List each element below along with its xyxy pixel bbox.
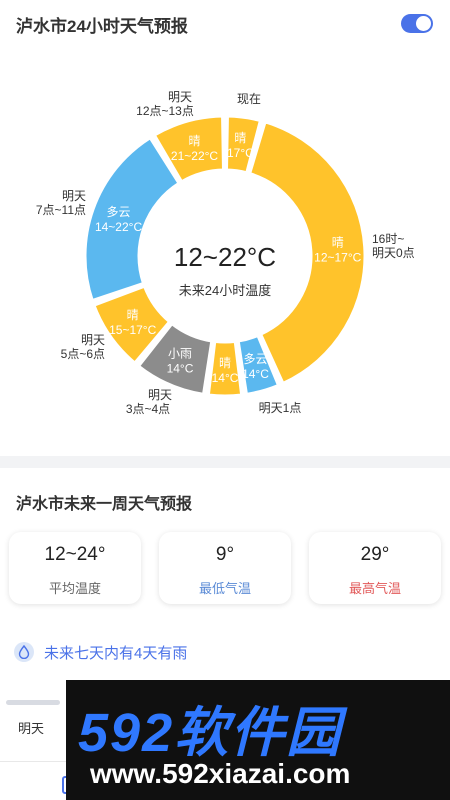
weekly-title: 泸水市未来一周天气预报 [16, 496, 193, 513]
average-temp-label: 平均温度 [48, 581, 101, 596]
watermark-banner: 592软件园 www.592xiazai.com [66, 680, 450, 800]
time-label-s4-line2: 3点~4点 [126, 402, 170, 416]
segment-temp-label: 17°C [227, 146, 254, 160]
time-label-now: 现在 [237, 92, 261, 106]
stat-card-average[interactable]: 12~24° 平均温度 [9, 532, 141, 604]
time-label-s1-line1: 16时~ [372, 232, 404, 246]
segment-weather-label: 多云 [243, 352, 267, 366]
day-label-first[interactable]: 明天 [18, 718, 44, 737]
segment-temp-label: 14°C [242, 367, 269, 381]
max-temp-value: 29° [360, 544, 390, 565]
segment-weather-label: 晴 [332, 235, 344, 249]
stat-card-min[interactable]: 9° 最低气温 [159, 532, 291, 604]
segment-weather-label: 晴 [219, 356, 231, 370]
watermark-url: www.592xiazai.com [90, 758, 351, 789]
time-label-s1-line2: 明天0点 [372, 246, 415, 260]
center-label: 未来24小时温度 [179, 283, 271, 298]
rain-summary-text: 未来七天内有4天有雨 [44, 644, 188, 662]
segment-temp-label: 21~22°C [171, 149, 219, 163]
segment-temp-label: 12~17°C [314, 250, 362, 264]
rain-summary-row: 未来七天内有4天有雨 [14, 640, 187, 664]
average-temp-value: 12~24° [44, 544, 106, 565]
time-label-s7-line2: 12点~13点 [136, 104, 194, 118]
hourly-forecast-card: 泸水市24小时天气预报 晴 17°C 晴 12~17°C 多云 14°C 晴 14°C 小雨 14… [0, 0, 450, 456]
time-label-s4-line1: 明天 [148, 388, 172, 402]
min-temp-value: 9° [215, 544, 235, 565]
day-scroll-indicator[interactable] [6, 700, 60, 705]
segment-temp-label: 14°C [212, 371, 239, 385]
segment-temp-label: 14~22°C [95, 220, 143, 234]
water-drop-icon [14, 642, 34, 662]
time-label-s5-line2: 5点~6点 [61, 347, 105, 361]
segment-weather-label: 晴 [234, 131, 246, 145]
donut-chart: 晴17°C晴12~17°C多云14°C晴14°C小雨14°C晴15~17°C多云… [36, 90, 415, 416]
segment-weather-label: 晴 [189, 134, 201, 148]
segment-weather-label: 晴 [127, 308, 139, 322]
segment-temp-label: 14°C [167, 362, 194, 376]
segment-weather-label: 小雨 [168, 347, 192, 361]
time-label-s2: 明天1点 [259, 401, 302, 415]
time-label-s7-line1: 明天 [168, 90, 192, 104]
time-label-s6-line1: 明天 [62, 189, 86, 203]
stat-card-max[interactable]: 29° 最高气温 [309, 532, 441, 604]
max-temp-label: 最高气温 [348, 581, 401, 596]
min-temp-label: 最低气温 [198, 581, 251, 596]
watermark-logo: 592软件园 [78, 703, 343, 763]
time-label-s6-line2: 7点~11点 [36, 203, 86, 217]
time-label-s5-line1: 明天 [81, 333, 105, 347]
segment-weather-label: 多云 [107, 205, 131, 219]
center-temperature: 12~22°C [174, 242, 276, 272]
segment-temp-label: 15~17°C [109, 323, 157, 337]
